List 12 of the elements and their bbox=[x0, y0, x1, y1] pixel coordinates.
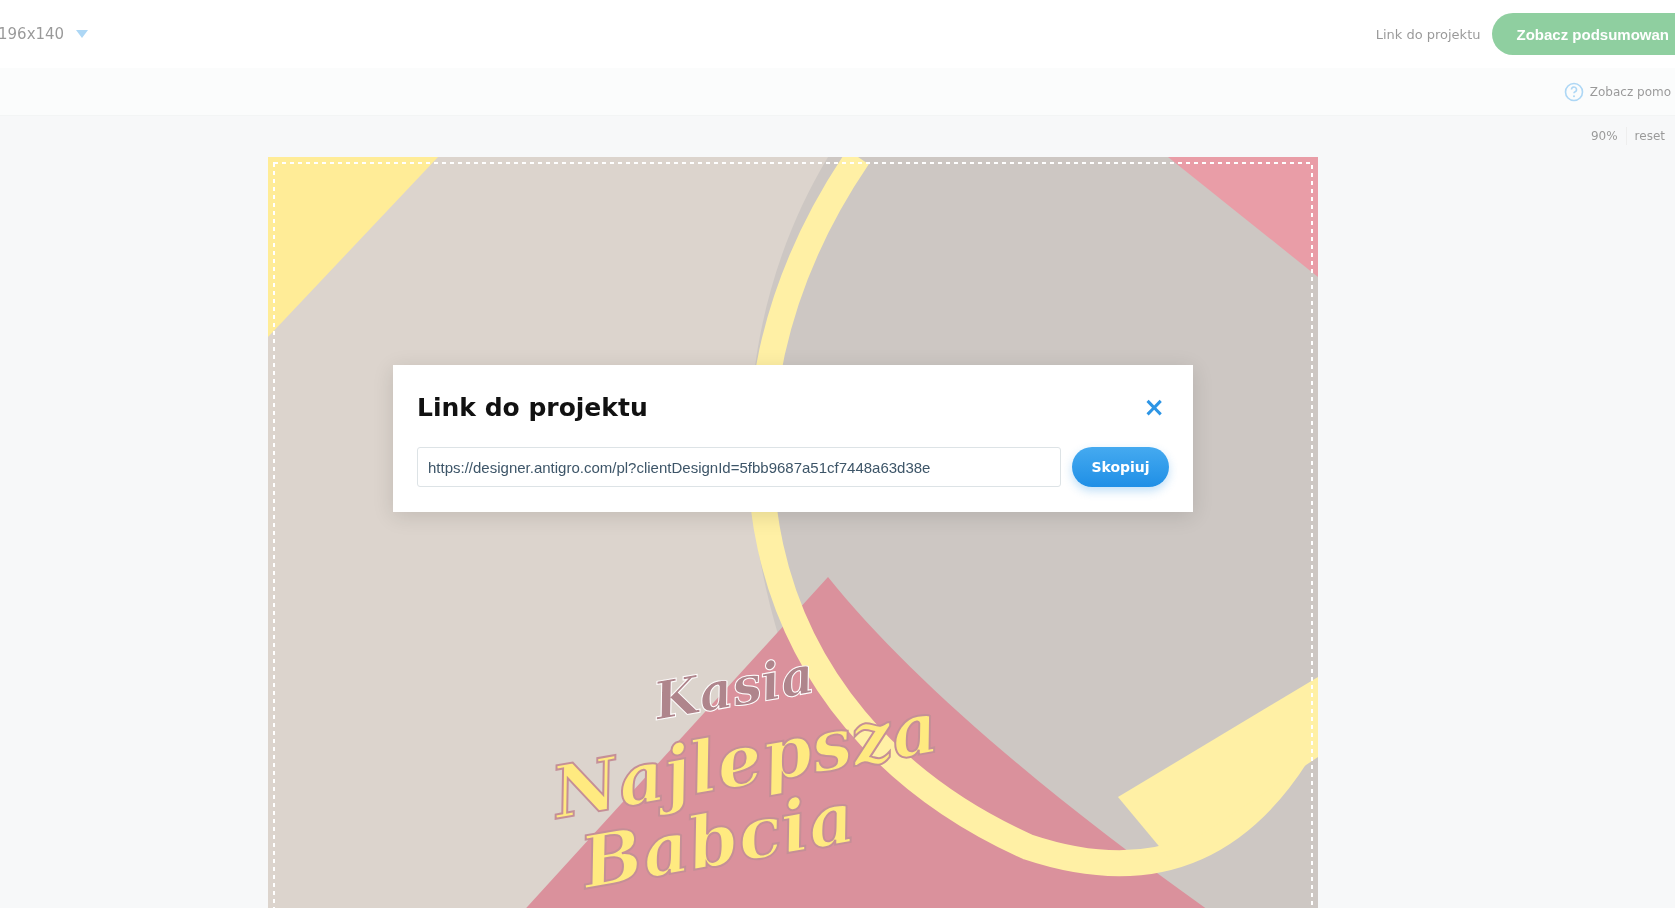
dialog-title: Link do projektu bbox=[417, 392, 648, 422]
summary-button[interactable]: Zobacz podsumowan bbox=[1492, 13, 1675, 55]
url-field[interactable]: https://designer.antigro.com/pl?clientDesignId=5fbb9687a51cf7448a63d38e bbox=[417, 447, 1061, 487]
close-button[interactable]: × bbox=[1139, 394, 1169, 420]
copy-button[interactable]: Skopiuj bbox=[1072, 447, 1169, 487]
zoom-reset-button[interactable]: reset bbox=[1625, 127, 1669, 145]
help-icon[interactable] bbox=[1563, 81, 1584, 102]
caret-icon[interactable] bbox=[76, 30, 89, 38]
format-size-label[interactable]: 196x140 bbox=[0, 25, 65, 43]
project-link[interactable]: Link do projektu bbox=[1375, 26, 1481, 42]
help-link[interactable]: Zobacz pomo bbox=[1589, 84, 1675, 99]
zoom-value: 90% bbox=[1590, 129, 1618, 143]
